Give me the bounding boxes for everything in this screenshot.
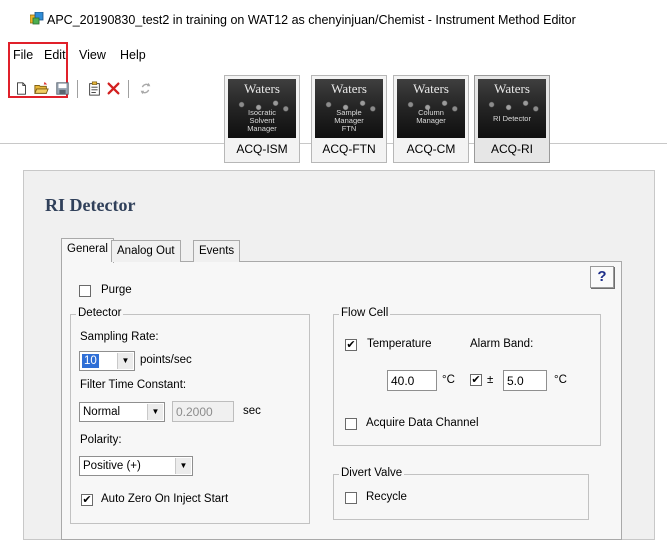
module-subtitle: Column Manager <box>416 108 446 125</box>
sampling-rate-value: 10 <box>82 354 99 368</box>
module-label: ACQ-CM <box>406 142 456 156</box>
tab-general[interactable]: General <box>61 238 114 263</box>
filter-time-value: 0.2000 <box>176 405 213 419</box>
tab-events[interactable]: Events <box>193 240 241 262</box>
module-image: Waters RI Detector <box>478 79 546 138</box>
purge-checkbox[interactable] <box>79 285 91 297</box>
panel-title: RI Detector <box>45 195 136 215</box>
purge-label: Purge <box>101 284 132 296</box>
chevron-down-icon: ▼ <box>117 353 133 369</box>
module-label: ACQ-FTN <box>322 142 376 156</box>
module-subtitle: Isocratic Solvent Manager <box>247 108 277 133</box>
alarm-band-unit: °C <box>554 374 567 386</box>
polarity-select[interactable]: Positive (+) ▼ <box>79 456 193 476</box>
delete-icon[interactable] <box>105 80 122 97</box>
acquire-data-channel-checkbox[interactable] <box>345 418 357 430</box>
module-subtitle: Sample Manager FTN <box>334 108 364 133</box>
module-tab-acq-ri[interactable]: Waters RI Detector ACQ-RI <box>474 75 550 163</box>
refresh-icon[interactable] <box>137 80 154 97</box>
auto-zero-checkbox[interactable]: ✔ <box>81 494 93 506</box>
module-brand: Waters <box>494 81 530 96</box>
alarm-band-label: Alarm Band: <box>470 338 534 350</box>
filter-mode-value: Normal <box>83 406 121 418</box>
new-icon[interactable] <box>13 80 30 97</box>
title-bar: APC_20190830_test2 in training on WAT12 … <box>0 0 667 38</box>
chevron-down-icon: ▼ <box>175 458 191 474</box>
sampling-rate-select[interactable]: 10 ▼ <box>79 351 135 371</box>
filter-time-unit: sec <box>243 405 261 417</box>
temperature-checkbox[interactable]: ✔ <box>345 339 357 351</box>
recycle-checkbox[interactable] <box>345 492 357 504</box>
filter-time-input[interactable]: 0.2000 <box>172 401 234 422</box>
alarm-band-input[interactable]: 5.0 <box>503 370 547 391</box>
alarm-band-checkbox[interactable]: ✔ <box>470 374 482 386</box>
temperature-label: Temperature <box>367 338 432 350</box>
module-image: Waters Column Manager <box>397 79 465 138</box>
help-button[interactable]: ? <box>590 266 614 288</box>
module-brand: Waters <box>331 81 367 96</box>
module-decoration <box>478 99 546 113</box>
temperature-input[interactable]: 40.0 <box>387 370 437 391</box>
polarity-value: Positive (+) <box>83 460 141 472</box>
toolbar-separator <box>128 80 129 98</box>
divert-valve-group-legend: Divert Valve <box>339 467 405 479</box>
module-tab-acq-ism[interactable]: Waters Isocratic Solvent Manager ACQ-ISM <box>224 75 300 163</box>
module-brand: Waters <box>244 81 280 96</box>
polarity-label: Polarity: <box>80 434 122 446</box>
save-icon[interactable] <box>54 80 71 97</box>
module-brand: Waters <box>413 81 449 96</box>
open-icon[interactable] <box>33 80 50 97</box>
flow-cell-group-legend: Flow Cell <box>339 307 391 319</box>
detector-group-legend: Detector <box>76 307 124 319</box>
filter-mode-select[interactable]: Normal ▼ <box>79 402 165 422</box>
window-title: APC_20190830_test2 in training on WAT12 … <box>47 13 576 27</box>
filter-time-constant-label: Filter Time Constant: <box>80 379 187 391</box>
acquire-data-channel-label: Acquire Data Channel <box>366 417 479 429</box>
chevron-down-icon: ▼ <box>147 404 163 420</box>
temperature-value: 40.0 <box>391 374 415 388</box>
auto-zero-label: Auto Zero On Inject Start <box>101 493 229 505</box>
menu-view[interactable]: View <box>79 48 106 62</box>
temperature-unit: °C <box>442 374 455 386</box>
sampling-rate-label: Sampling Rate: <box>80 331 159 343</box>
module-label: ACQ-ISM <box>236 142 288 156</box>
module-image: Waters Sample Manager FTN <box>315 79 383 138</box>
module-tab-acq-cm[interactable]: Waters Column Manager ACQ-CM <box>393 75 469 163</box>
app-icon <box>30 12 44 25</box>
alarm-band-value: 5.0 <box>507 374 524 388</box>
toolbar-separator <box>77 80 78 98</box>
tab-analog-out[interactable]: Analog Out <box>111 240 181 262</box>
recycle-label: Recycle <box>366 491 407 503</box>
sampling-rate-unit: points/sec <box>140 354 192 366</box>
menu-help[interactable]: Help <box>120 48 146 62</box>
module-tab-acq-ftn[interactable]: Waters Sample Manager FTN ACQ-FTN <box>311 75 387 163</box>
module-image: Waters Isocratic Solvent Manager <box>228 79 296 138</box>
alarm-band-prefix: ± <box>487 374 494 386</box>
report-icon[interactable] <box>86 80 103 97</box>
module-subtitle: RI Detector <box>493 114 531 123</box>
module-label: ACQ-RI <box>491 142 533 156</box>
